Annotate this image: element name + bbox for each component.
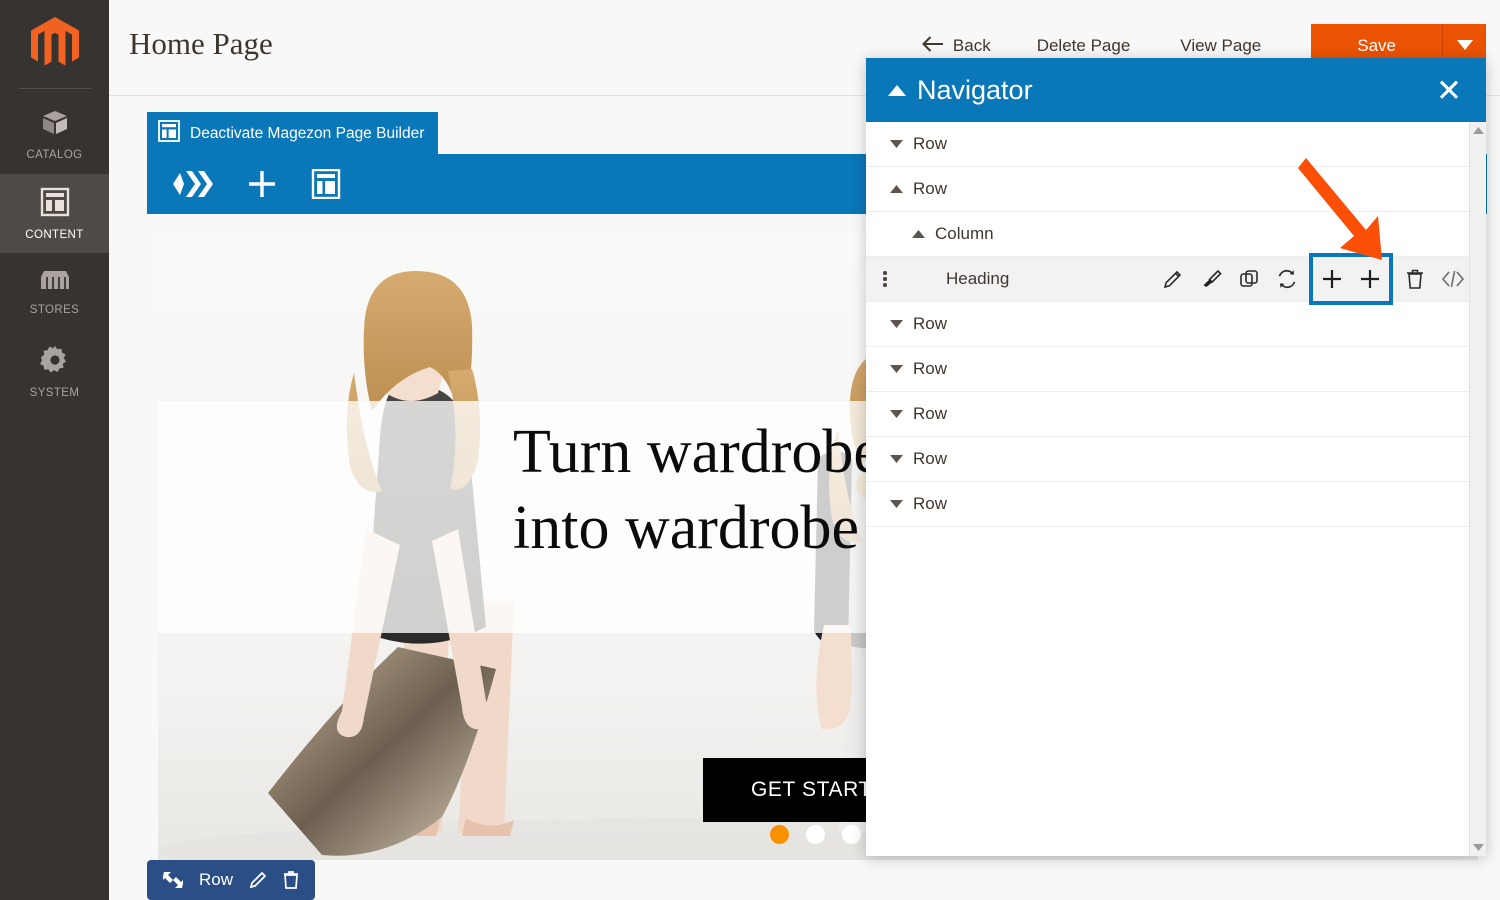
hero-headline: Turn wardrobe into wardrobe [513, 415, 881, 566]
pencil-icon[interactable] [249, 871, 267, 889]
navigator-body: Row Row Column Heading Row Row Row Row R… [866, 122, 1486, 856]
arrow-left-icon [921, 35, 944, 57]
chevron-up-icon[interactable] [888, 185, 904, 193]
edit-icon[interactable] [1154, 257, 1192, 301]
carousel-dot[interactable] [770, 825, 789, 844]
navigator-tree: Row Row Column Heading Row Row Row Row R… [866, 122, 1486, 527]
sidebar-item-system[interactable]: SYSTEM [0, 332, 109, 411]
chevron-down-icon[interactable] [888, 410, 904, 418]
hero-headline-line2: into wardrobe [513, 493, 860, 562]
duplicate-icon[interactable] [1230, 257, 1268, 301]
deactivate-label: Deactivate Magezon Page Builder [190, 124, 425, 142]
navigator-title: Navigator [917, 74, 1033, 105]
style-brush-icon[interactable] [1192, 257, 1230, 301]
hero-headline-line1: Turn wardrobe [513, 418, 881, 486]
sidebar-item-label: CATALOG [26, 148, 83, 161]
caret-down-icon [1456, 37, 1473, 55]
tree-item-column[interactable]: Column [866, 212, 1486, 257]
back-label: Back [952, 36, 991, 55]
sidebar-item-stores[interactable]: STORES [0, 253, 109, 332]
plus-icon[interactable] [247, 169, 277, 199]
code-icon[interactable] [1434, 257, 1472, 301]
element-action-icons [1154, 253, 1472, 305]
tree-item-label: Row [913, 404, 948, 423]
navigator-scrollbar[interactable] [1469, 122, 1486, 856]
chevron-down-icon[interactable] [888, 365, 904, 373]
tree-item-label: Heading [946, 269, 1010, 288]
tree-item-row[interactable]: Row [866, 392, 1486, 437]
replace-icon[interactable] [1268, 257, 1306, 301]
admin-sidebar: CATALOG CONTENT STORES SYSTEM [0, 0, 109, 900]
gear-icon [39, 345, 70, 380]
tree-item-row[interactable]: Row [866, 122, 1486, 167]
tree-item-row[interactable]: Row [866, 482, 1486, 527]
tree-item-label: Row [913, 359, 948, 378]
sidebar-item-label: SYSTEM [29, 386, 80, 399]
trash-icon[interactable] [283, 871, 299, 889]
tree-item-row[interactable]: Row [866, 437, 1486, 482]
layout-icon[interactable] [311, 169, 341, 199]
view-page-button[interactable]: View Page [1180, 36, 1261, 56]
carousel-dot[interactable] [806, 825, 825, 844]
row-badge-label: Row [199, 870, 234, 889]
tree-item-label: Row [913, 314, 948, 333]
drag-handle-icon[interactable] [874, 271, 896, 287]
tree-item-row[interactable]: Row [866, 347, 1486, 392]
layout-icon [40, 187, 70, 222]
sidebar-divider [18, 88, 91, 89]
chevron-down-icon[interactable] [888, 455, 904, 463]
add-before-icon[interactable] [1313, 257, 1351, 301]
tree-item-label: Column [935, 224, 994, 243]
scroll-down-icon[interactable] [1470, 839, 1486, 856]
add-after-icon[interactable] [1351, 257, 1389, 301]
back-button[interactable]: Back [921, 35, 991, 57]
scroll-up-icon[interactable] [1470, 122, 1486, 139]
deactivate-pagebuilder-button[interactable]: Deactivate Magezon Page Builder [147, 112, 439, 155]
tree-item-label: Row [913, 179, 948, 198]
navigator-header: Navigator ✕ [866, 58, 1486, 122]
box-icon [40, 109, 70, 142]
close-icon[interactable]: ✕ [1432, 75, 1466, 106]
chevron-down-icon[interactable] [888, 140, 904, 148]
sidebar-item-catalog[interactable]: CATALOG [0, 95, 109, 174]
sidebar-item-label: CONTENT [25, 228, 84, 241]
tree-item-label: Row [913, 134, 948, 153]
carousel-dots [770, 825, 861, 844]
tree-item-row[interactable]: Row [866, 167, 1486, 212]
page-title: Home Page [129, 26, 273, 61]
chevron-down-icon[interactable] [888, 500, 904, 508]
caret-up-icon[interactable] [888, 84, 906, 96]
tree-item-label: Row [913, 449, 948, 468]
navigator-panel: Navigator ✕ Row Row Column Heading Row R… [866, 58, 1486, 856]
sidebar-item-label: STORES [29, 303, 80, 316]
tree-item-label: Row [913, 494, 948, 513]
row-toolbar-badge: Row [147, 860, 316, 900]
tree-item-row[interactable]: Row [866, 302, 1486, 347]
chevron-down-icon[interactable] [888, 320, 904, 328]
sidebar-item-content[interactable]: CONTENT [0, 174, 109, 253]
store-icon [39, 270, 71, 297]
add-element-highlight-box [1309, 253, 1393, 305]
tree-item-heading[interactable]: Heading [866, 253, 1486, 305]
carousel-dot[interactable] [842, 825, 861, 844]
magezon-chevrons-icon[interactable] [169, 167, 213, 201]
layout-icon [158, 120, 180, 147]
delete-page-button[interactable]: Delete Page [1037, 36, 1131, 56]
move-icon[interactable] [163, 871, 183, 889]
magento-logo[interactable] [0, 0, 109, 88]
trash-icon[interactable] [1396, 257, 1434, 301]
chevron-up-icon[interactable] [910, 230, 926, 238]
screen-root: CATALOG CONTENT STORES SYSTEM Home Page … [0, 0, 1500, 900]
